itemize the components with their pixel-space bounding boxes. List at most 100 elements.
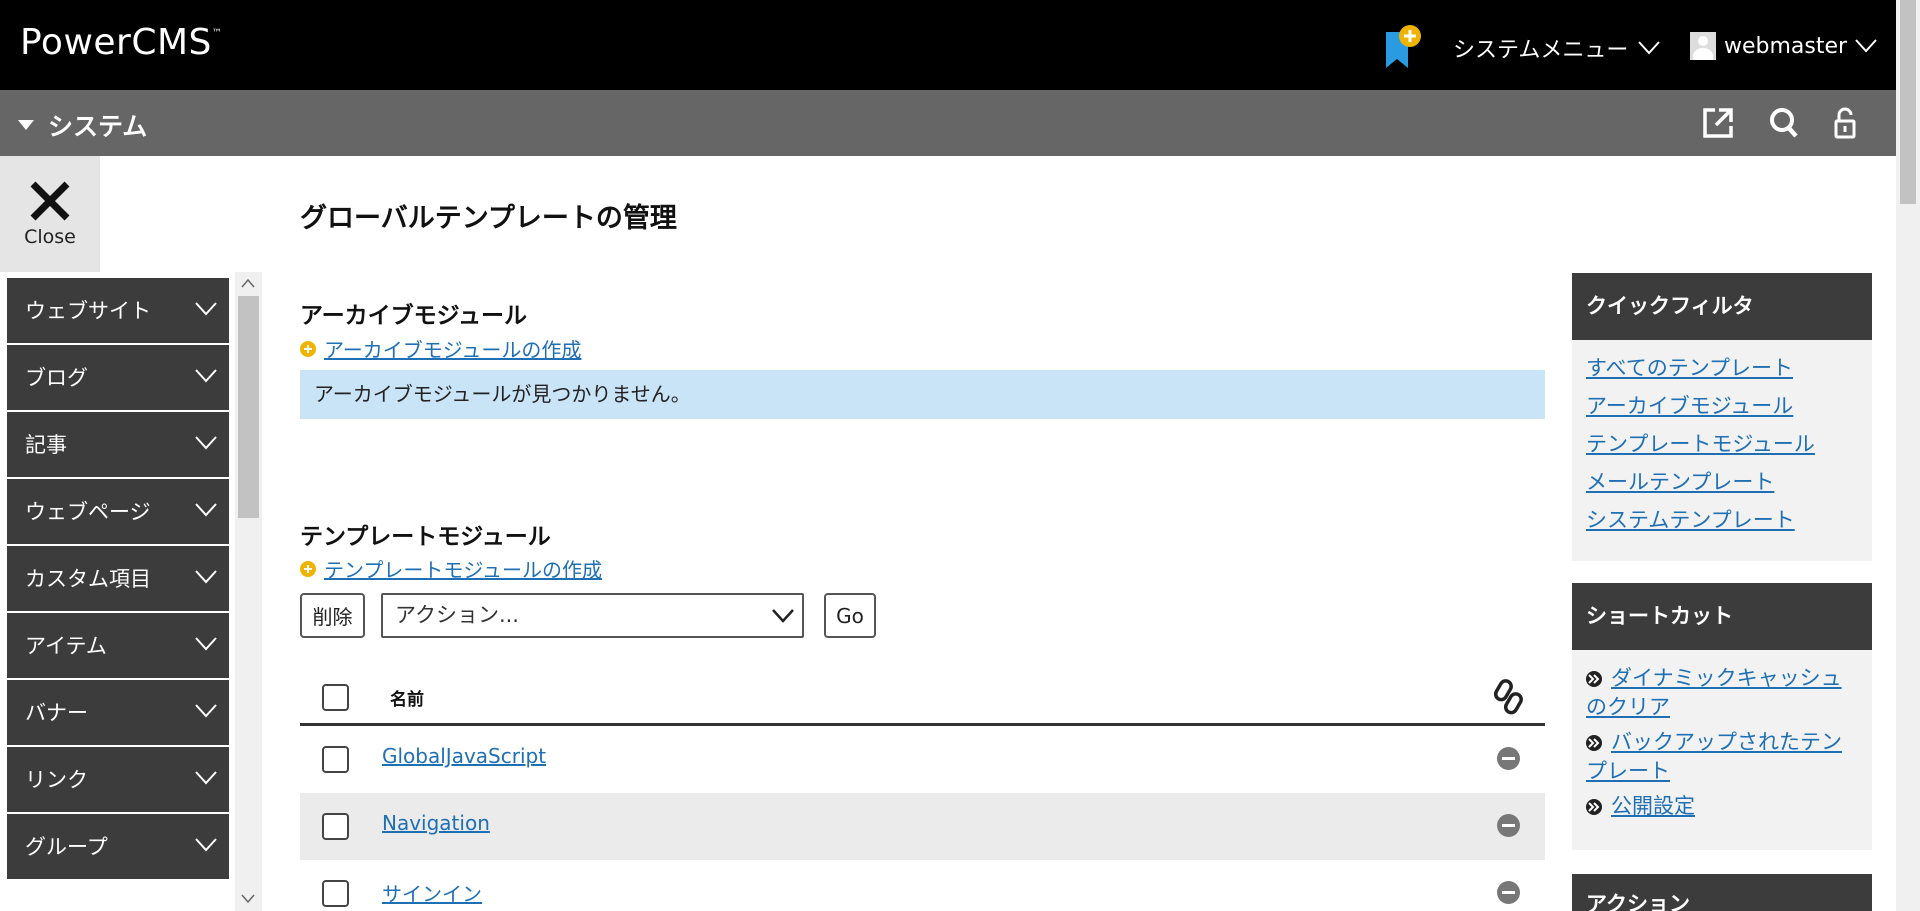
delete-button[interactable]: 削除 — [300, 593, 365, 638]
user-menu-button[interactable]: webmaster — [1690, 32, 1877, 60]
sidebar-item-webpages[interactable]: ウェブページ — [7, 479, 229, 546]
create-template-module-link[interactable]: テンプレートモジュールの作成 — [324, 554, 602, 583]
sidebar-item-label: グループ — [25, 835, 108, 859]
create-template-module: テンプレートモジュールの作成 — [300, 554, 602, 583]
close-label: Close — [24, 226, 76, 248]
logo[interactable]: PowerCMS™ — [20, 22, 222, 63]
sidebar-item-label: アイテム — [25, 634, 107, 658]
sidebar-item-website[interactable]: ウェブサイト — [7, 278, 229, 345]
actions-title: アクション — [1572, 874, 1872, 911]
template-modules-title: テンプレートモジュール — [300, 524, 551, 550]
sidebar-item-custom-fields[interactable]: カスタム項目 — [7, 546, 229, 613]
page-scrollbar[interactable] — [1896, 0, 1920, 911]
double-chevron-right-icon — [1586, 799, 1602, 815]
page-title: グローバルテンプレートの管理 — [300, 203, 677, 234]
chevron-down-icon — [1638, 41, 1661, 55]
shortcut-title: ショートカット — [1572, 583, 1872, 650]
column-name-header[interactable]: 名前 — [390, 685, 424, 710]
top-header: PowerCMS™ システムメニュー webmaster — [0, 0, 1896, 90]
chevron-down-icon — [195, 838, 217, 852]
sidebar-item-blog[interactable]: ブログ — [7, 345, 229, 412]
quick-filter-list: すべてのテンプレート アーカイブモジュール テンプレートモジュール メールテンプ… — [1572, 340, 1872, 561]
action-select-value: アクション... — [395, 603, 519, 627]
chevron-down-icon — [195, 570, 217, 584]
template-name-link[interactable]: サインイン — [382, 878, 482, 907]
sidebar-item-label: ブログ — [25, 366, 88, 390]
shortcut-item: ダイナミックキャッシュのクリア — [1572, 664, 1872, 722]
empty-notice: アーカイブモジュールが見つかりません。 — [300, 370, 1545, 419]
bookmark-add-icon[interactable] — [1382, 24, 1422, 70]
chevron-down-icon — [195, 637, 217, 651]
filter-archive-modules[interactable]: アーカイブモジュール — [1572, 387, 1872, 425]
scroll-down-icon[interactable] — [241, 894, 255, 904]
chevron-down-icon — [772, 609, 794, 623]
chevron-down-icon — [195, 436, 217, 450]
external-link-icon[interactable] — [1701, 106, 1735, 140]
search-icon[interactable] — [1767, 106, 1801, 140]
logo-text: PowerCMS — [20, 22, 212, 63]
filter-all-templates[interactable]: すべてのテンプレート — [1572, 349, 1872, 387]
chevron-down-icon — [195, 771, 217, 785]
template-name-link[interactable]: Navigation — [382, 811, 490, 835]
publish-settings-link[interactable]: 公開設定 — [1611, 794, 1695, 818]
double-chevron-right-icon — [1586, 735, 1602, 751]
filter-email-templates[interactable]: メールテンプレート — [1572, 463, 1872, 501]
select-all-checkbox[interactable] — [322, 684, 349, 711]
minus-circle-icon — [1497, 814, 1520, 837]
triangle-down-icon — [18, 120, 34, 130]
clear-dynamic-cache-link[interactable]: ダイナミックキャッシュのクリア — [1586, 666, 1842, 719]
table-row: サインイン — [300, 860, 1545, 911]
quick-filter-title: クイックフィルタ — [1572, 273, 1872, 340]
filter-system-templates[interactable]: システムテンプレート — [1572, 501, 1872, 539]
sidebar-item-groups[interactable]: グループ — [7, 814, 229, 881]
unlock-icon[interactable] — [1828, 106, 1862, 140]
sidebar-item-entries[interactable]: 記事 — [7, 412, 229, 479]
sidebar-item-label: 記事 — [25, 433, 67, 457]
chevron-down-icon — [1855, 39, 1877, 53]
table-row: GlobalJavaScript — [300, 726, 1545, 793]
shortcut-list: ダイナミックキャッシュのクリア バックアップされたテンプレート 公開設定 — [1572, 650, 1872, 850]
scope-bar: システム — [0, 90, 1896, 156]
scope-selector[interactable]: システム — [18, 107, 147, 143]
system-menu-button[interactable]: システムメニュー — [1453, 32, 1661, 64]
chevron-down-icon — [195, 704, 217, 718]
sidebar-scroll-thumb[interactable] — [238, 296, 259, 518]
page-scroll-thumb[interactable] — [1900, 0, 1916, 204]
plus-circle-icon — [300, 560, 316, 577]
user-name: webmaster — [1724, 33, 1848, 59]
row-checkbox[interactable] — [322, 813, 349, 840]
backup-templates-link[interactable]: バックアップされたテンプレート — [1586, 730, 1842, 783]
minus-circle-icon — [1497, 881, 1520, 904]
sidebar: ウェブサイト ブログ 記事 ウェブページ カスタム項目 アイテム バナー リンク… — [7, 278, 231, 911]
sidebar-scrollbar[interactable] — [235, 272, 262, 911]
sidebar-item-label: ウェブページ — [25, 500, 151, 524]
sidebar-item-label: カスタム項目 — [25, 567, 151, 591]
archive-modules-title: アーカイブモジュール — [300, 303, 528, 329]
sidebar-item-label: バナー — [25, 701, 88, 725]
close-icon — [30, 181, 70, 221]
close-button[interactable]: Close — [0, 156, 100, 272]
logo-trademark: ™ — [211, 28, 223, 39]
create-archive-module: アーカイブモジュールの作成 — [300, 334, 581, 363]
go-button[interactable]: Go — [824, 593, 876, 638]
chevron-down-icon — [195, 503, 217, 517]
chevron-down-icon — [195, 369, 217, 383]
row-checkbox[interactable] — [322, 746, 349, 773]
chevron-down-icon — [195, 302, 217, 316]
action-select[interactable]: アクション... — [381, 593, 804, 638]
link-icon — [1493, 679, 1523, 715]
double-chevron-right-icon — [1586, 671, 1602, 687]
create-archive-module-link[interactable]: アーカイブモジュールの作成 — [324, 334, 581, 363]
scope-label: システム — [48, 112, 148, 141]
minus-circle-icon — [1497, 747, 1520, 770]
shortcut-item: バックアップされたテンプレート — [1572, 728, 1872, 786]
filter-template-modules[interactable]: テンプレートモジュール — [1572, 425, 1872, 463]
scroll-up-icon[interactable] — [241, 278, 255, 288]
sidebar-item-banners[interactable]: バナー — [7, 680, 229, 747]
template-name-link[interactable]: GlobalJavaScript — [382, 744, 546, 768]
table-header: 名前 — [300, 670, 1545, 726]
sidebar-item-items[interactable]: アイテム — [7, 613, 229, 680]
row-checkbox[interactable] — [322, 880, 349, 907]
shortcut-item: 公開設定 — [1572, 792, 1872, 821]
sidebar-item-links[interactable]: リンク — [7, 747, 229, 814]
